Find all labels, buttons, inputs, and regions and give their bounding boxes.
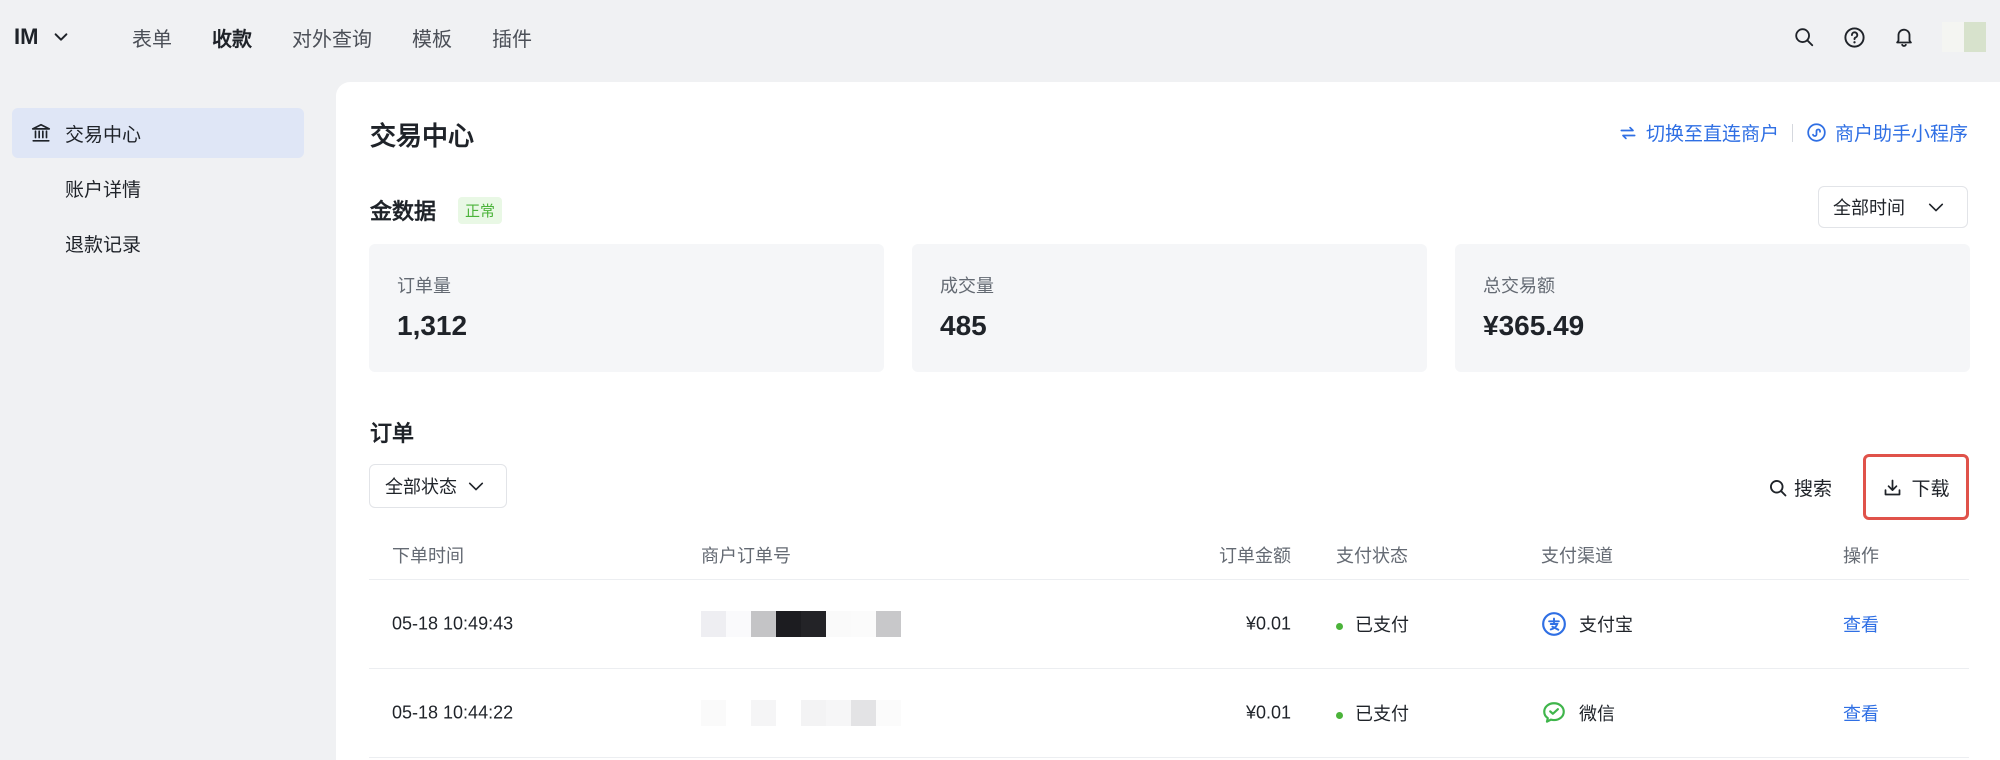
nav-item-templates[interactable]: 模板 xyxy=(412,22,452,58)
switch-merchant-link[interactable]: 切换至直连商户 xyxy=(1618,119,1779,146)
search-button[interactable]: 搜索 xyxy=(1768,474,1832,501)
sidebar-item-refund-records[interactable]: 退款记录 xyxy=(12,218,304,268)
column-header-pay-status: 支付状态 xyxy=(1336,545,1408,566)
avatar[interactable] xyxy=(1942,22,1986,52)
sidebar-item-account-details[interactable]: 账户详情 xyxy=(12,163,304,213)
time-filter-dropdown[interactable]: 全部时间 xyxy=(1818,186,1968,228)
bank-icon xyxy=(31,123,51,142)
switch-merchant-label: 切换至直连商户 xyxy=(1645,124,1779,145)
stat-card-deals: 成交量 485 xyxy=(912,244,1427,372)
wechat-icon xyxy=(1543,702,1565,723)
status-filter-value: 全部状态 xyxy=(385,477,457,497)
table-header: 下单时间 商户订单号 订单金额 支付状态 支付渠道 操作 xyxy=(369,530,1969,580)
summary-header: 金数据 正常 xyxy=(370,194,503,226)
sidebar-item-transaction-center[interactable]: 交易中心 xyxy=(12,108,304,158)
nav-item-forms[interactable]: 表单 xyxy=(132,22,172,58)
pay-channel: 微信 xyxy=(1541,700,1615,726)
orders-title: 订单 xyxy=(370,421,415,446)
column-header-merchant-order-no: 商户订单号 xyxy=(701,545,791,566)
top-actions xyxy=(1792,22,1986,52)
status-dot xyxy=(1336,622,1343,630)
stat-value: ¥365.49 xyxy=(1483,310,1585,341)
table-row: 05-18 10:49:43 ¥0.01 已支付 支付宝 查看 xyxy=(369,580,1969,669)
redacted-order-number xyxy=(701,700,901,726)
header-links: 切换至直连商户 商户助手小程序 xyxy=(1618,119,1968,146)
nav-item-payments[interactable]: 收款 xyxy=(212,22,252,58)
download-button-label: 下载 xyxy=(1911,478,1950,500)
pay-channel-label: 微信 xyxy=(1579,704,1615,724)
table-row: 05-18 10:44:22 ¥0.01 已支付 微信 查看 xyxy=(369,669,1969,758)
main-nav: 表单 收款 对外查询 模板 插件 xyxy=(132,22,572,58)
column-header-amount: 订单金额 xyxy=(1219,545,1291,566)
view-order-link[interactable]: 查看 xyxy=(1843,700,1879,726)
stat-card-orders: 订单量 1,312 xyxy=(369,244,884,372)
search-button-label: 搜索 xyxy=(1794,479,1833,500)
pay-status: 已支付 xyxy=(1336,611,1409,637)
search-icon xyxy=(1770,479,1787,496)
workspace-name: IM xyxy=(14,24,39,49)
status-badge: 正常 xyxy=(458,196,503,224)
page-title: 交易中心 xyxy=(370,121,475,151)
bell-icon[interactable] xyxy=(1892,25,1916,49)
nav-item-public-query[interactable]: 对外查询 xyxy=(292,22,372,58)
sidebar-item-label: 退款记录 xyxy=(65,234,142,256)
order-amount: ¥0.01 xyxy=(1245,613,1291,634)
sidebar-item-label: 交易中心 xyxy=(65,124,142,146)
chevron-down-icon xyxy=(1928,203,1944,212)
stats-cards: 订单量 1,312 成交量 485 总交易额 ¥365.49 xyxy=(369,244,1970,372)
nav-item-plugins[interactable]: 插件 xyxy=(492,22,532,58)
search-icon[interactable] xyxy=(1792,25,1816,49)
view-order-link[interactable]: 查看 xyxy=(1843,611,1879,637)
chevron-down-icon xyxy=(55,33,68,41)
stat-label: 总交易额 xyxy=(1483,276,1555,296)
summary-title: 金数据 xyxy=(370,199,437,224)
sidebar: 交易中心 账户详情 退款记录 xyxy=(12,108,304,273)
download-button[interactable]: 下载 xyxy=(1863,454,1969,520)
column-header-pay-channel: 支付渠道 xyxy=(1541,545,1613,566)
pay-status-label: 已支付 xyxy=(1355,704,1409,724)
main-panel: 交易中心 切换至直连商户 商户助手小程序 金数据 正常 全部时间 订单量 1,3… xyxy=(336,82,2000,760)
pay-channel: 支付宝 xyxy=(1541,611,1633,637)
mini-program-icon xyxy=(1807,123,1826,142)
status-filter-dropdown[interactable]: 全部状态 xyxy=(369,464,507,508)
switch-icon xyxy=(1620,126,1636,139)
status-dot xyxy=(1336,711,1343,719)
mini-program-link[interactable]: 商户助手小程序 xyxy=(1806,119,1968,146)
stat-card-total-amount: 总交易额 ¥365.49 xyxy=(1455,244,1970,372)
pay-status-label: 已支付 xyxy=(1355,615,1409,635)
workspace-switcher[interactable]: IM xyxy=(14,24,70,50)
order-time: 05-18 10:49:43 xyxy=(392,613,514,634)
top-navigation-bar: IM 表单 收款 对外查询 模板 插件 xyxy=(0,0,2000,80)
column-header-order-time: 下单时间 xyxy=(392,545,464,566)
pay-status: 已支付 xyxy=(1336,700,1409,726)
download-icon xyxy=(1885,479,1901,495)
orders-table: 下单时间 商户订单号 订单金额 支付状态 支付渠道 操作 05-18 10:49… xyxy=(369,530,1969,758)
pay-channel-label: 支付宝 xyxy=(1579,615,1633,635)
column-header-actions: 操作 xyxy=(1843,545,1879,566)
order-time: 05-18 10:44:22 xyxy=(392,702,514,723)
link-divider xyxy=(1791,123,1793,142)
time-filter-value: 全部时间 xyxy=(1833,198,1905,218)
mini-program-label: 商户助手小程序 xyxy=(1834,124,1968,145)
stat-label: 成交量 xyxy=(940,276,994,296)
alipay-icon xyxy=(1542,612,1566,636)
stat-label: 订单量 xyxy=(397,276,451,296)
sidebar-item-label: 账户详情 xyxy=(65,179,142,201)
redacted-order-number xyxy=(701,611,901,637)
chevron-down-icon xyxy=(468,482,484,491)
stat-value: 485 xyxy=(940,310,987,341)
help-icon[interactable] xyxy=(1842,25,1866,49)
stat-value: 1,312 xyxy=(397,310,468,341)
order-amount: ¥0.01 xyxy=(1245,702,1291,723)
